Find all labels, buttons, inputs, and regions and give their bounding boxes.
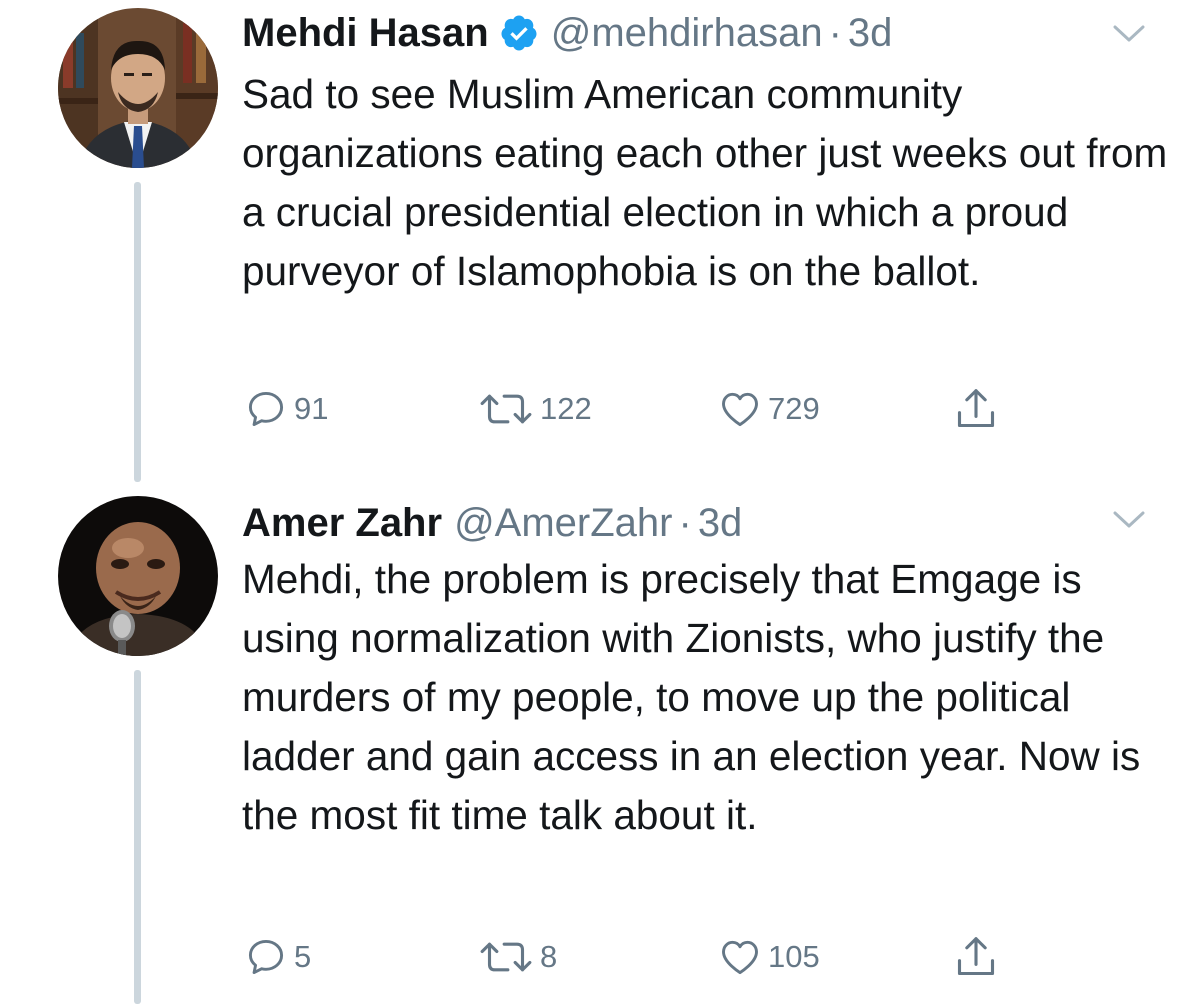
retweet-icon (480, 394, 532, 424)
share-icon (957, 937, 995, 976)
tweet-header: Amer Zahr @AmerZahr · 3d (242, 498, 742, 548)
like-count: 105 (768, 939, 820, 974)
share-button[interactable] (954, 384, 998, 434)
tweet-actions: 5 8 105 (242, 932, 1042, 982)
heart-icon (722, 392, 758, 427)
tweet-1[interactable]: Mehdi Hasan @mehdirhasan · 3d Sad to see… (0, 0, 1200, 490)
display-name[interactable]: Mehdi Hasan (242, 11, 489, 56)
reply-icon (248, 391, 284, 427)
share-button[interactable] (954, 932, 998, 982)
display-name[interactable]: Amer Zahr (242, 501, 442, 546)
reply-button[interactable]: 91 (244, 384, 328, 434)
avatar[interactable] (58, 496, 218, 656)
timestamp[interactable]: 3d (848, 11, 893, 56)
retweet-button[interactable]: 122 (478, 384, 592, 434)
reply-button[interactable]: 5 (244, 932, 311, 982)
like-button[interactable]: 105 (718, 932, 820, 982)
tweet-text: Sad to see Muslim American community org… (242, 71, 1168, 294)
retweet-button[interactable]: 8 (478, 932, 557, 982)
tweet-actions: 91 122 729 (242, 384, 1042, 434)
reply-count: 91 (294, 391, 329, 426)
tweet-header: Mehdi Hasan @mehdirhasan · 3d (242, 8, 892, 58)
reply-count: 5 (294, 939, 312, 974)
avatar[interactable] (58, 8, 218, 168)
timestamp[interactable]: 3d (698, 501, 743, 546)
heart-icon (722, 940, 758, 975)
tweet-2[interactable]: Amer Zahr @AmerZahr · 3d Mehdi, the prob… (0, 490, 1200, 1004)
like-button[interactable]: 729 (718, 384, 820, 434)
tweet-text: Mehdi, the problem is precisely that Emg… (242, 556, 1141, 838)
reply-icon (248, 939, 284, 975)
separator: · (678, 500, 692, 545)
verified-badge-icon (499, 13, 539, 53)
chevron-down-icon[interactable] (1112, 510, 1146, 530)
retweet-count: 122 (540, 391, 592, 426)
thread-line (134, 670, 141, 1004)
thread-line (134, 182, 141, 482)
chevron-down-icon[interactable] (1112, 24, 1146, 44)
retweet-count: 8 (540, 939, 558, 974)
separator: · (828, 10, 842, 55)
username[interactable]: @AmerZahr (454, 501, 672, 546)
like-count: 729 (768, 391, 820, 426)
share-icon (957, 389, 995, 428)
retweet-icon (480, 942, 532, 972)
username[interactable]: @mehdirhasan (551, 11, 823, 56)
